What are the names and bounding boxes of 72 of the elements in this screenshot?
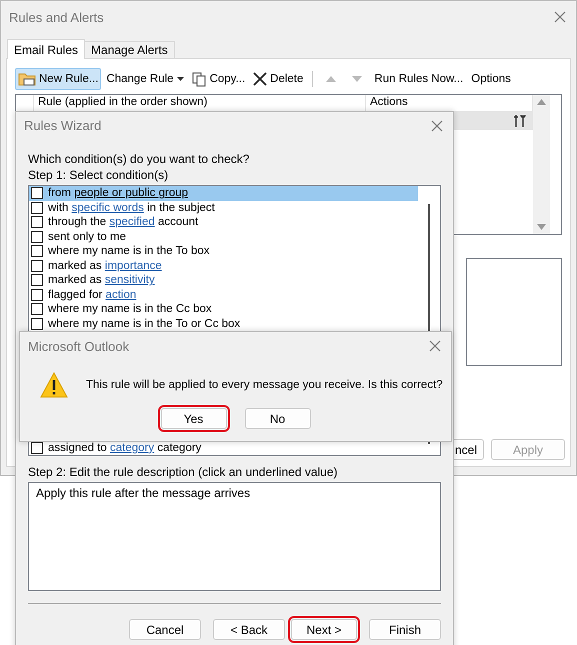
- window-title: Rules Wizard: [24, 118, 102, 133]
- folder-icon: [18, 72, 36, 86]
- dialog-title: Microsoft Outlook: [28, 338, 130, 354]
- window-title: Rules and Alerts: [9, 10, 104, 24]
- close-icon[interactable]: [431, 120, 443, 132]
- condition-text: from people or public group: [48, 187, 188, 200]
- copy-icon: [192, 72, 207, 86]
- condition-text: flagged for action: [48, 288, 136, 301]
- alert-button[interactable]: No: [244, 408, 310, 429]
- condition-text: assigned to category category: [48, 442, 202, 454]
- tab[interactable]: Manage Alerts: [84, 41, 175, 59]
- checkbox[interactable]: [31, 274, 43, 286]
- condition-item[interactable]: where my name is in the To or Cc box: [29, 316, 418, 331]
- step-label: Step 2: Edit the rule description (click an underlined value): [28, 464, 339, 480]
- toolbar-button[interactable]: Options: [468, 68, 514, 90]
- toolbar-button[interactable]: Change Rule: [103, 68, 187, 90]
- rule-description-text: Apply this rule after the message arrives: [28, 482, 441, 591]
- condition-item[interactable]: with specific words in the subject: [29, 200, 418, 215]
- checkbox[interactable]: [31, 187, 43, 200]
- warning-icon: [40, 372, 68, 398]
- checkbox[interactable]: [31, 216, 43, 228]
- checkbox[interactable]: [31, 245, 43, 258]
- condition-item[interactable]: where my name is in the Cc box: [29, 302, 418, 316]
- condition-item[interactable]: flagged for action: [29, 288, 418, 302]
- condition-text: sent only to me: [48, 230, 126, 243]
- condition-text: marked as sensitivity: [48, 274, 155, 286]
- checkbox[interactable]: [31, 202, 43, 214]
- condition-item[interactable]: sent only to me: [29, 230, 418, 244]
- condition-item[interactable]: marked as importance: [29, 258, 418, 273]
- condition-link[interactable]: importance: [104, 260, 162, 272]
- toolbar-button[interactable]: Copy...: [188, 68, 248, 90]
- caret-icon: [176, 77, 184, 81]
- toolbar-button[interactable]: Run Rules Now...: [371, 68, 466, 90]
- wizard-button[interactable]: Finish: [369, 619, 441, 640]
- question-text: Which condition(s) do you want to check?: [28, 151, 250, 167]
- condition-link[interactable]: people or public group: [74, 187, 188, 200]
- wizard-button[interactable]: Cancel: [129, 619, 201, 640]
- condition-text: through the specified account: [48, 216, 198, 228]
- up-arrow-icon: [325, 75, 338, 83]
- alert-message: This rule will be applied to every message you receive. Is this correct?: [86, 379, 443, 391]
- toolbar-button[interactable]: Delete: [250, 68, 306, 90]
- checkbox[interactable]: [31, 260, 43, 272]
- condition-link[interactable]: sensitivity: [104, 274, 155, 286]
- condition-item[interactable]: from people or public group: [29, 186, 418, 200]
- delete-icon: [253, 72, 268, 86]
- step-label: Step 1: Select condition(s): [28, 167, 170, 183]
- close-icon[interactable]: [554, 11, 566, 23]
- condition-item[interactable]: marked as sensitivity: [29, 273, 418, 288]
- condition-item[interactable]: where my name is in the To box: [29, 244, 418, 258]
- wizard-button[interactable]: < Back: [213, 619, 285, 640]
- condition-text: where my name is in the To box: [48, 245, 210, 258]
- checkbox[interactable]: [31, 288, 43, 301]
- condition-text: where my name is in the Cc box: [48, 303, 212, 316]
- condition-link[interactable]: action: [106, 288, 136, 301]
- tools-icon: [513, 114, 527, 128]
- down-arrow-icon: [351, 75, 364, 83]
- checkbox[interactable]: [31, 318, 43, 330]
- checkbox[interactable]: [31, 230, 43, 243]
- condition-link[interactable]: specified: [109, 216, 155, 228]
- toolbar-button[interactable]: New Rule...: [15, 68, 102, 90]
- wizard-button[interactable]: Next >: [291, 619, 357, 640]
- close-icon[interactable]: [429, 340, 441, 352]
- condition-link[interactable]: category: [110, 442, 154, 454]
- condition-text: with specific words in the subject: [48, 202, 215, 214]
- condition-item[interactable]: assigned to category category: [29, 440, 418, 455]
- tab[interactable]: Email Rules: [7, 39, 86, 59]
- checkbox[interactable]: [31, 442, 43, 454]
- checkbox[interactable]: [31, 303, 43, 316]
- condition-item[interactable]: through the specified account: [29, 215, 418, 230]
- condition-link[interactable]: specific words: [72, 202, 144, 214]
- condition-text: where my name is in the To or Cc box: [48, 318, 240, 330]
- condition-text: marked as importance: [48, 260, 162, 272]
